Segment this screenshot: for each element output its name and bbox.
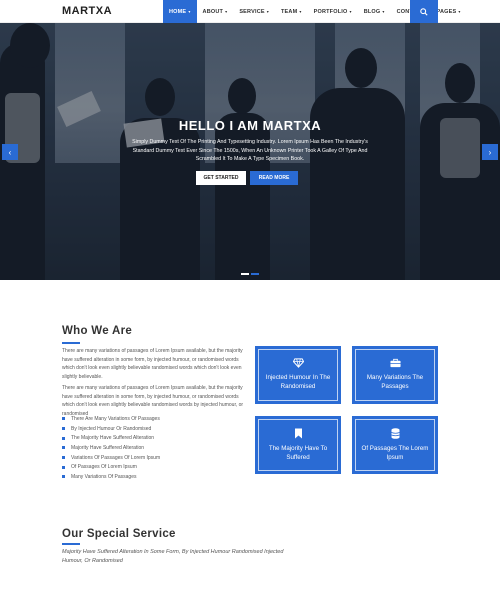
list-item: There Are Many Variations Of Passages: [62, 414, 160, 424]
feature-card[interactable]: Of Passages The Lorem Ipsum: [352, 416, 438, 474]
get-started-button[interactable]: GET STARTED: [196, 171, 246, 185]
bullet-icon: [62, 436, 65, 440]
nav-portfolio[interactable]: PORTFOLIO ▾: [308, 0, 358, 23]
bullet-icon: [62, 465, 65, 469]
card-title: The Majority Have To Suffered: [268, 445, 328, 461]
chevron-left-icon: ‹: [8, 147, 12, 157]
nav-team-label: TEAM: [280, 8, 298, 15]
list-item-label: By Injected Humour Or Randomised: [71, 425, 152, 432]
list-item-label: There Are Many Variations Of Passages: [71, 415, 160, 422]
card-inner: The Majority Have To Suffered: [258, 419, 338, 471]
slider-prev-button[interactable]: ‹: [2, 144, 18, 160]
nav-blog-label: BLOG: [363, 8, 381, 15]
nav-home-label: HOME: [169, 8, 187, 15]
title-underline: [62, 342, 80, 344]
slider-dot[interactable]: [241, 273, 249, 275]
nav-service-label: SERVICE: [239, 8, 265, 15]
bookmark-icon: [294, 428, 302, 439]
bullet-icon: [62, 427, 65, 431]
card-title: Of Passages The Lorem Ipsum: [361, 445, 429, 461]
service-intro-text: Majority Have Suffered Alteration In Som…: [62, 549, 284, 564]
list-item-label: The Majority Have Suffered Alteration: [71, 435, 155, 442]
list-item-label: Of Passages Of Lorem Ipsum: [71, 464, 137, 471]
chevron-down-icon: ▾: [188, 9, 191, 14]
list-item-label: Variations Of Passages Of Lorem Ipsum: [71, 454, 161, 461]
navbar: MARTXA HOME ▾ ABOUT ▾ SERVICE ▾ TEAM ▾ PORTF…: [0, 0, 500, 23]
diamond-icon: [292, 358, 304, 368]
chevron-down-icon: ▾: [382, 9, 385, 14]
nav-about[interactable]: ABOUT ▾: [197, 0, 234, 23]
briefcase-icon: [389, 358, 401, 368]
list-item: Of Passages Of Lorem Ipsum: [62, 462, 160, 472]
list-item: Majority Have Suffered Alteration: [62, 443, 160, 453]
brand-logo[interactable]: MARTXA: [62, 5, 112, 17]
feature-card[interactable]: Injected Humour In The Randomised: [255, 346, 341, 404]
feature-card[interactable]: Many Variations The Passages: [352, 346, 438, 404]
search-icon: [420, 7, 428, 16]
bullet-icon: [62, 456, 65, 460]
list-item: Many Variations Of Passages: [62, 472, 160, 482]
chevron-right-icon: ›: [488, 147, 492, 157]
card-title: Injected Humour In The Randomised: [265, 374, 331, 390]
hero-text: Simply Dummy Text Of The Printing And Ty…: [132, 139, 368, 162]
feature-list: There Are Many Variations Of Passages By…: [62, 414, 160, 482]
hero-slider: HELLO I AM MARTXA Simply Dummy Text Of T…: [0, 23, 500, 280]
about-paragraph: There are many variations of passages of…: [62, 348, 243, 380]
nav-portfolio-label: PORTFOLIO: [313, 8, 348, 15]
bullet-icon: [62, 446, 65, 450]
list-item-label: Many Variations Of Passages: [71, 473, 137, 480]
read-more-button[interactable]: READ MORE: [250, 171, 298, 185]
card-inner: Injected Humour In The Randomised: [258, 349, 338, 401]
who-we-are-title: Who We Are: [62, 325, 133, 337]
chevron-down-icon: ▾: [458, 9, 461, 14]
list-item: Variations Of Passages Of Lorem Ipsum: [62, 453, 160, 463]
special-service-title: Our Special Service: [62, 528, 176, 540]
nav-blog[interactable]: BLOG ▾: [358, 0, 391, 23]
bullet-icon: [62, 417, 65, 421]
list-item-label: Majority Have Suffered Alteration: [71, 444, 145, 451]
chevron-down-icon: ▾: [349, 9, 352, 14]
nav-team[interactable]: TEAM ▾: [275, 0, 308, 23]
nav-pages-label: PAGES: [436, 8, 457, 15]
card-title: Many Variations The Passages: [366, 374, 424, 390]
list-item: The Majority Have Suffered Alteration: [62, 433, 160, 443]
list-item: By Injected Humour Or Randomised: [62, 424, 160, 434]
chevron-down-icon: ▾: [299, 9, 302, 14]
nav-about-label: ABOUT: [202, 8, 224, 15]
database-icon: [390, 428, 400, 439]
slider-next-button[interactable]: ›: [482, 144, 498, 160]
card-inner: Many Variations The Passages: [355, 349, 435, 401]
search-button[interactable]: [410, 0, 438, 23]
hero-title: HELLO I AM MARTXA: [178, 118, 322, 133]
chevron-down-icon: ▾: [225, 9, 228, 14]
title-underline: [62, 543, 80, 545]
slider-dot-active[interactable]: [251, 273, 259, 275]
nav-service[interactable]: SERVICE ▾: [233, 0, 275, 23]
bullet-icon: [62, 475, 65, 479]
card-inner: Of Passages The Lorem Ipsum: [355, 419, 435, 471]
nav-home[interactable]: HOME ▾: [163, 0, 197, 23]
chevron-down-icon: ▾: [266, 9, 269, 14]
feature-card[interactable]: The Majority Have To Suffered: [255, 416, 341, 474]
